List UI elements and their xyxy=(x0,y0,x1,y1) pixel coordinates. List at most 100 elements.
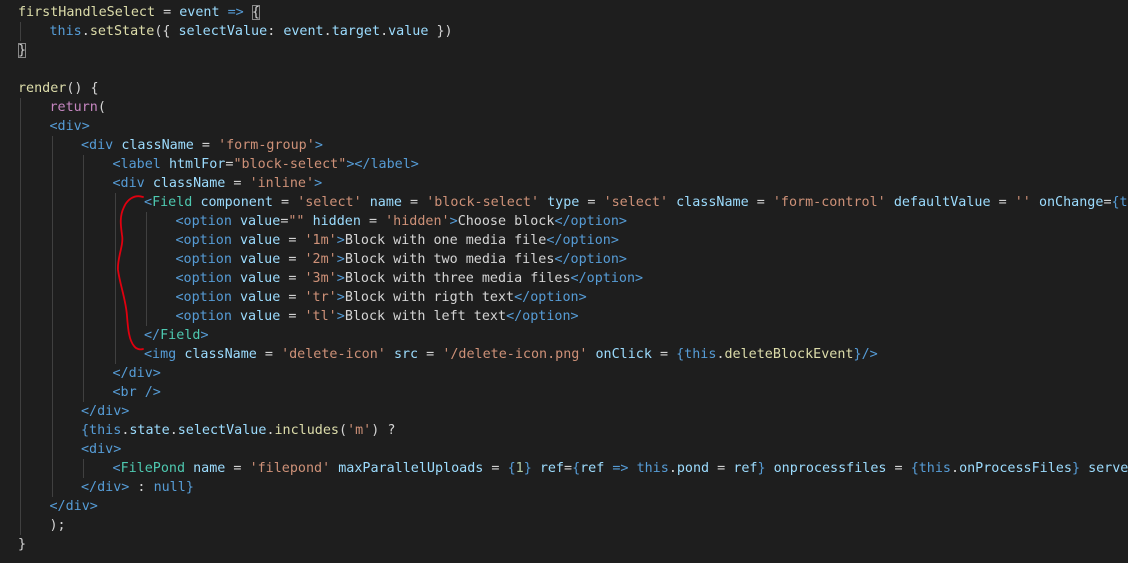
code-token: Block with two media files xyxy=(344,252,555,267)
code-token: 'tl' xyxy=(304,309,337,324)
code-token: '2m' xyxy=(304,252,337,267)
code-token: > xyxy=(81,119,90,134)
code-line[interactable]: </div> xyxy=(50,497,98,516)
code-token: state xyxy=(129,423,170,438)
code-token: <div> xyxy=(81,442,122,457)
code-token: ( xyxy=(339,423,348,438)
code-token: component xyxy=(200,195,273,210)
code-token: </option> xyxy=(570,271,644,286)
code-line[interactable]: firstHandleSelect = event => { xyxy=(18,3,260,22)
code-token: > xyxy=(336,271,345,286)
code-line[interactable]: <option value = 'tr'>Block with rigth te… xyxy=(176,288,587,307)
code-token: : xyxy=(129,480,154,495)
code-line[interactable]: <img className = 'delete-icon' src = '/d… xyxy=(144,345,878,364)
code-token: < xyxy=(144,195,153,210)
code-token: = xyxy=(155,5,180,20)
code-token: = xyxy=(225,461,250,476)
code-token: hidden xyxy=(312,214,361,229)
code-token: = xyxy=(280,271,305,286)
code-line[interactable]: <div className = 'inline'> xyxy=(113,174,323,193)
code-token: . xyxy=(169,423,178,438)
code-token: Choose block xyxy=(457,214,555,229)
code-line[interactable]: <option value = 'tl'>Block with left tex… xyxy=(176,307,579,326)
code-token: > xyxy=(336,290,345,305)
code-token: this xyxy=(636,461,669,476)
code-line[interactable]: } xyxy=(18,535,26,554)
code-line[interactable]: </div> xyxy=(81,402,129,421)
code-line[interactable]: <option value = '1m'>Block with one medi… xyxy=(176,231,619,250)
code-line[interactable]: <option value="" hidden = 'hidden'>Choos… xyxy=(176,212,628,231)
code-token: <img xyxy=(144,347,185,362)
code-line[interactable]: <option value = '2m'>Block with two medi… xyxy=(176,250,627,269)
code-line[interactable]: <br /> xyxy=(113,383,161,402)
code-token: . xyxy=(668,461,677,476)
code-line[interactable]: <div className = 'form-group'> xyxy=(81,136,323,155)
code-line[interactable]: } xyxy=(18,41,27,60)
code-line[interactable]: <Field component = 'select' name = 'bloc… xyxy=(144,193,1128,212)
code-token: Block with three media files xyxy=(344,271,571,286)
code-line[interactable]: render() { xyxy=(18,79,99,98)
code-token: <option xyxy=(175,233,240,248)
code-line[interactable]: <label htmlFor="block-select"></label> xyxy=(113,155,419,174)
code-token: selectValue xyxy=(178,24,268,39)
code-line[interactable]: </div> xyxy=(113,364,161,383)
code-token: = xyxy=(225,176,250,191)
code-token: 'inline' xyxy=(249,176,315,191)
code-line[interactable]: ); xyxy=(50,516,66,535)
code-token: return xyxy=(49,100,98,115)
code-token: = xyxy=(990,195,1015,210)
code-token: className xyxy=(184,347,257,362)
code-token: = xyxy=(709,461,734,476)
code-token: = xyxy=(280,252,305,267)
code-editor[interactable]: firstHandleSelect = event => { this. setSt… xyxy=(0,0,1128,563)
code-token: = xyxy=(360,214,386,229)
code-line[interactable]: <option value = '3m'>Block with three me… xyxy=(176,269,644,288)
code-token: selectValue xyxy=(177,423,267,438)
code-token: = xyxy=(418,347,443,362)
indent-guide xyxy=(83,155,84,402)
code-line[interactable]: return( xyxy=(50,98,106,117)
code-line[interactable]: <div> xyxy=(81,440,121,459)
code-token: . xyxy=(380,24,389,39)
code-line[interactable]: <FilePond name = 'filepond' maxParallelU… xyxy=(113,459,1128,478)
code-token: </ xyxy=(144,328,161,343)
code-token: ( xyxy=(97,100,106,115)
code-token: {this xyxy=(910,461,951,476)
code-token: </option> xyxy=(554,252,627,267)
code-token: > xyxy=(336,252,345,267)
code-line[interactable]: {this.state.selectValue.includes('m') ? xyxy=(81,421,395,440)
code-token: } xyxy=(757,461,766,476)
code-token: ({ xyxy=(154,24,179,39)
code-token: = xyxy=(651,347,677,362)
code-token: = xyxy=(193,138,219,153)
code-token: <br /> xyxy=(112,385,161,400)
code-token: : xyxy=(267,24,284,39)
code-token: } xyxy=(18,43,27,58)
code-line[interactable]: this.setState({ selectValue: event.targe… xyxy=(50,22,453,41)
code-token: '3m' xyxy=(304,271,337,286)
code-token: > xyxy=(314,138,323,153)
code-token: = xyxy=(402,195,427,210)
code-token: ); xyxy=(49,518,66,533)
code-token: . xyxy=(951,461,960,476)
code-token: target xyxy=(331,24,381,39)
code-token: onProcessFiles xyxy=(959,461,1072,476)
code-token: setState xyxy=(89,24,155,39)
code-token: }) xyxy=(428,24,453,39)
code-token: </div> xyxy=(81,404,130,419)
code-line[interactable]: </Field> xyxy=(144,326,209,345)
code-token: = xyxy=(564,461,573,476)
code-token: <div xyxy=(81,138,122,153)
code-line[interactable]: </div> : null} xyxy=(81,478,194,497)
annotation-stroke xyxy=(117,195,144,351)
code-token: } xyxy=(853,347,862,362)
code-token: } xyxy=(185,480,194,495)
code-token: () { xyxy=(66,81,99,96)
code-token: > xyxy=(200,328,209,343)
code-token: 'filepond' xyxy=(249,461,331,476)
code-line[interactable]: <div> xyxy=(50,117,90,136)
